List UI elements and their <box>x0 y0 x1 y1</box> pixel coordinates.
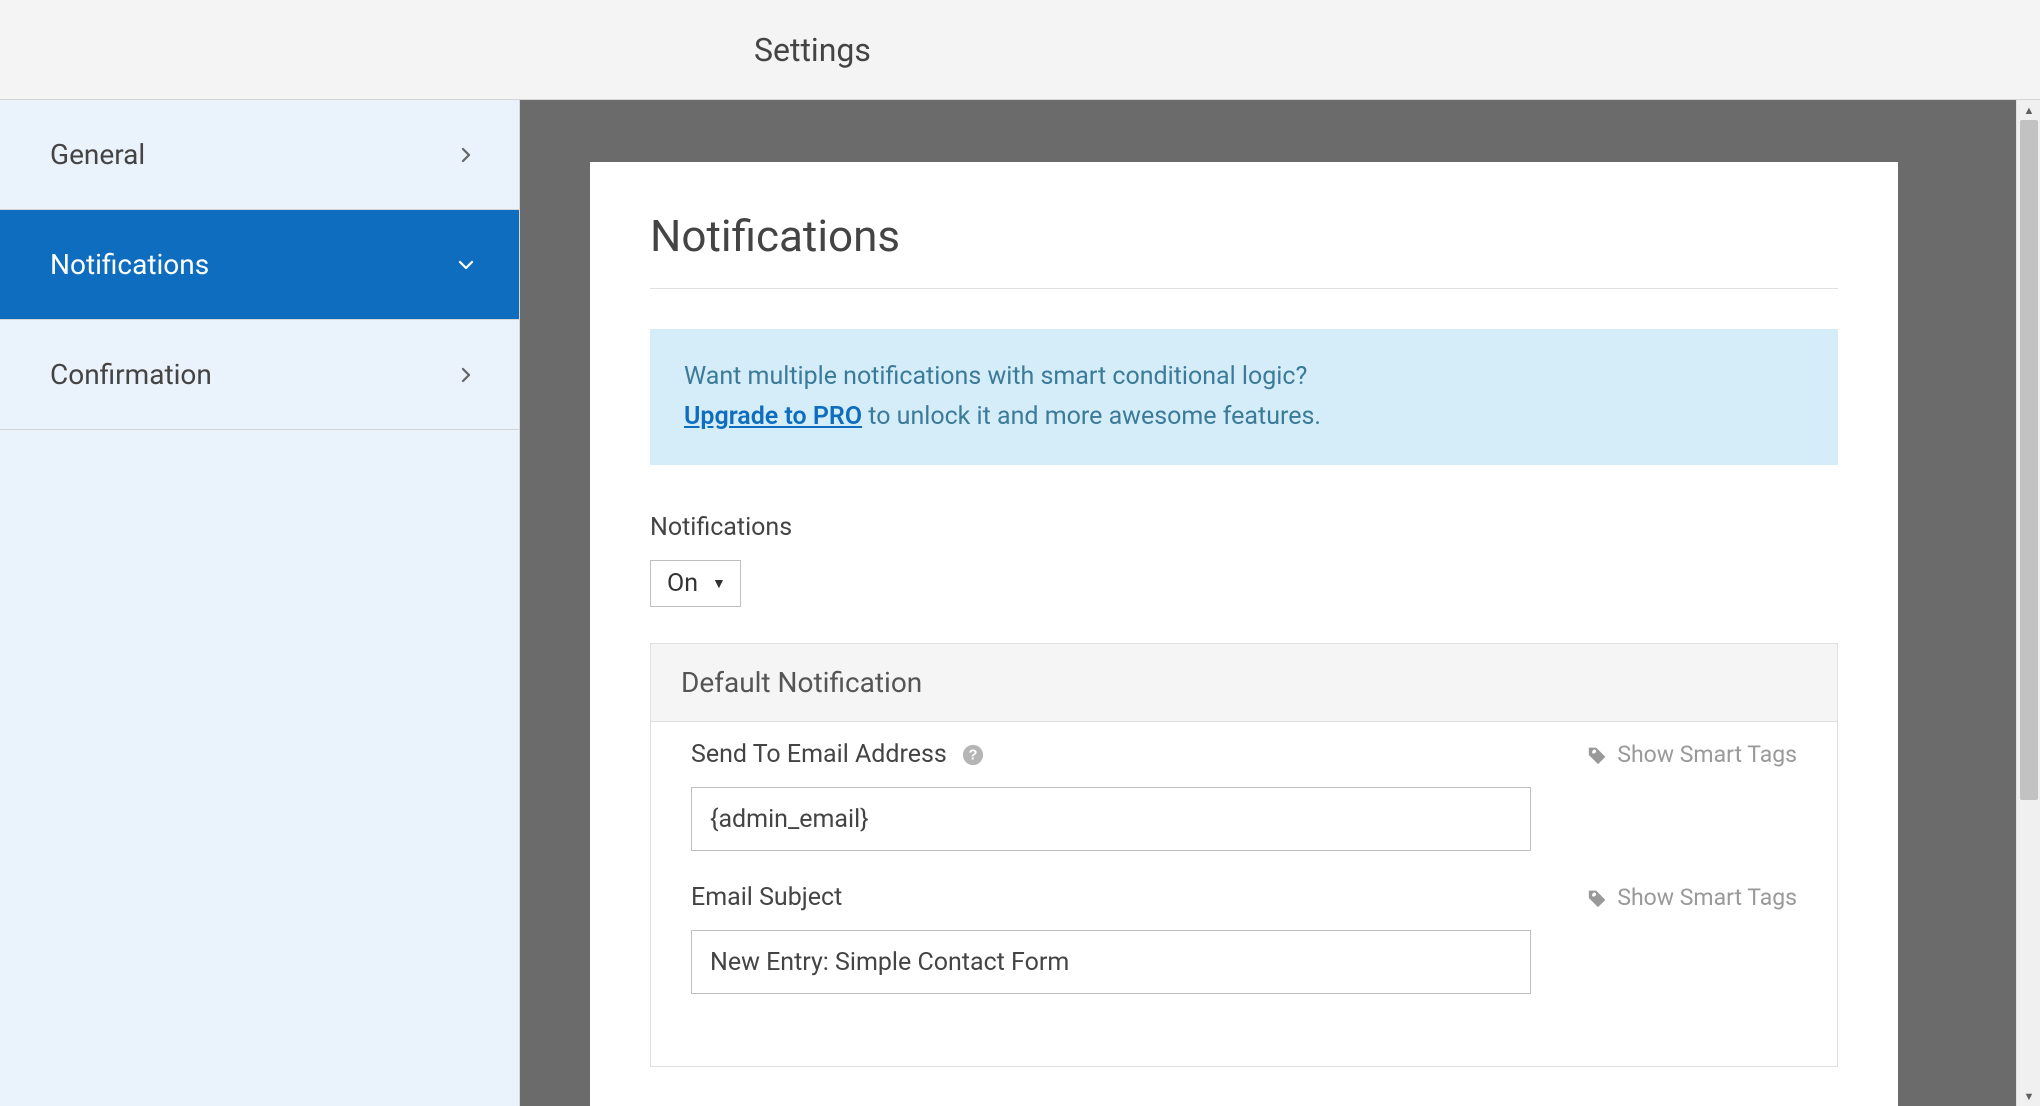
show-smart-tags-link[interactable]: Show Smart Tags <box>1587 884 1797 911</box>
select-value: On <box>667 569 698 598</box>
chevron-right-icon <box>453 142 479 168</box>
help-icon[interactable]: ? <box>961 743 985 767</box>
chevron-down-icon <box>453 252 479 278</box>
notifications-panel: Notifications Want multiple notification… <box>590 162 1898 1106</box>
scroll-up-arrow-icon[interactable]: ▲ <box>2017 100 2040 120</box>
promo-text-after: to unlock it and more awesome features. <box>862 402 1321 431</box>
default-notification-block: Default Notification Send To Email Addre… <box>650 643 1838 1067</box>
tags-icon <box>1587 744 1609 766</box>
email-subject-row: Email Subject Show Smart Tags <box>691 883 1797 994</box>
settings-sidebar: General Notifications Confirmation <box>0 100 520 1106</box>
caret-down-icon: ▼ <box>712 575 726 592</box>
main-area: Notifications Want multiple notification… <box>520 100 2040 1106</box>
notification-block-title: Default Notification <box>651 644 1837 722</box>
scroll-down-arrow-icon[interactable]: ▼ <box>2017 1086 2040 1106</box>
notifications-toggle-label: Notifications <box>650 513 1838 542</box>
divider <box>650 288 1838 289</box>
upgrade-to-pro-link[interactable]: Upgrade to PRO <box>684 402 862 431</box>
sidebar-item-general[interactable]: General <box>0 100 519 210</box>
upgrade-promo: Want multiple notifications with smart c… <box>650 329 1838 465</box>
sidebar-item-label: Notifications <box>50 248 209 281</box>
smart-tags-label: Show Smart Tags <box>1617 884 1797 911</box>
settings-header: Settings <box>0 0 2040 100</box>
promo-text-before: Want multiple notifications with smart c… <box>684 362 1307 391</box>
show-smart-tags-link[interactable]: Show Smart Tags <box>1587 741 1797 768</box>
sidebar-item-notifications[interactable]: Notifications <box>0 210 519 320</box>
vertical-scrollbar[interactable]: ▲ ▼ <box>2016 100 2040 1106</box>
chevron-right-icon <box>453 362 479 388</box>
notifications-toggle-select[interactable]: On ▼ <box>650 560 741 607</box>
email-subject-input[interactable] <box>691 930 1531 994</box>
sidebar-item-label: Confirmation <box>50 358 212 391</box>
smart-tags-label: Show Smart Tags <box>1617 741 1797 768</box>
email-subject-label: Email Subject <box>691 883 842 912</box>
sidebar-item-confirmation[interactable]: Confirmation <box>0 320 519 430</box>
tags-icon <box>1587 887 1609 909</box>
svg-text:?: ? <box>968 747 977 763</box>
page-title: Settings <box>754 31 871 69</box>
send-to-email-input[interactable] <box>691 787 1531 851</box>
send-to-email-row: Send To Email Address ? Show Smart Tags <box>691 740 1797 851</box>
sidebar-item-label: General <box>50 138 145 171</box>
scroll-thumb[interactable] <box>2020 120 2038 800</box>
field-label-text: Email Subject <box>691 883 842 912</box>
notifications-toggle-field: Notifications On ▼ <box>650 513 1838 607</box>
panel-title: Notifications <box>650 210 1838 262</box>
field-label-text: Send To Email Address <box>691 740 947 769</box>
send-to-email-label: Send To Email Address ? <box>691 740 985 769</box>
